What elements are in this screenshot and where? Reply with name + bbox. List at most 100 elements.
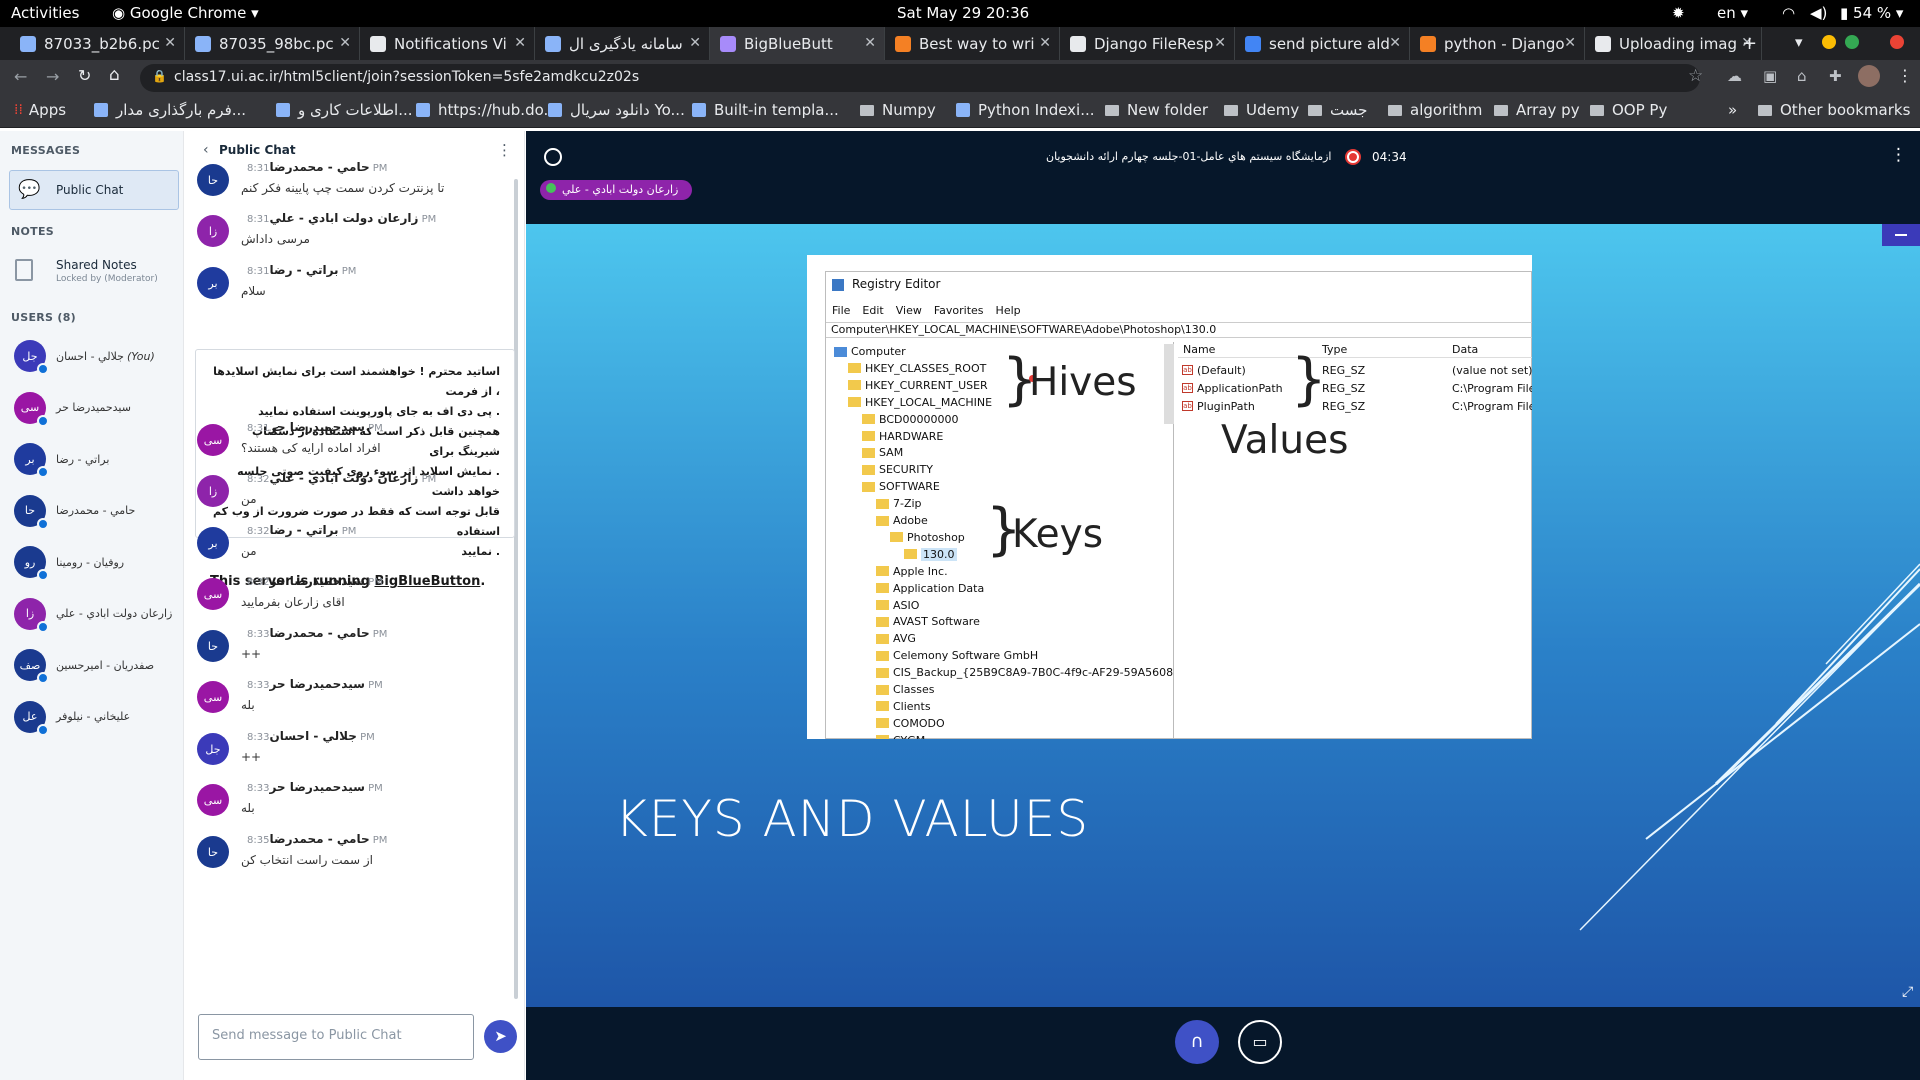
options-icon[interactable]: ⋮ [1890,145,1907,165]
tab-favicon-icon [370,35,386,52]
user-row[interactable]: بر براتي - رضا [14,439,109,479]
record-icon[interactable] [1345,149,1361,165]
user-icon[interactable] [544,148,562,166]
close-window-icon[interactable] [1890,35,1904,49]
clock[interactable]: Sat May 29 20:36 [897,4,1029,22]
reload-icon[interactable]: ↻ [78,66,91,85]
tab-4[interactable]: BigBlueButt ✕ [710,27,885,60]
tab-8[interactable]: python - Django ✕ [1410,27,1585,60]
bookmark-item[interactable]: Udemy [1224,101,1299,119]
tab-close-icon[interactable]: ✕ [689,35,701,51]
chat-message: زا زارعان دولت ابادي - علي8:31 PM مرسی داد… [197,211,497,261]
sender-name: حامي - محمدرضا [269,626,370,640]
chat-input[interactable]: Send message to Public Chat [198,1014,474,1060]
bookmark-item[interactable]: Other bookmarks [1758,101,1910,119]
bookmark-item[interactable]: https://hub.do... [416,101,558,119]
back-icon[interactable]: ← [14,67,27,86]
user-row[interactable]: سی سيدحميدرضا حر [14,388,131,428]
share-screen-button[interactable]: ▭ [1238,1020,1282,1064]
folder-icon [834,346,847,357]
user-row[interactable]: جل جلالي - احسان (You) [14,336,155,376]
presence-dot [37,517,49,530]
folder-icon [876,515,889,526]
extension-icon[interactable]: ☁ [1727,67,1742,85]
new-tab-button[interactable]: + [1742,33,1757,54]
user-row[interactable]: عل عليخاني - نيلوفر [14,697,130,737]
talking-indicator[interactable]: زارعان دولت ابادي - علي [540,180,692,200]
tab-close-icon[interactable]: ✕ [1039,35,1051,51]
user-row[interactable]: صف صفدريان - اميرحسين [14,645,154,685]
user-row[interactable]: زا زارعان دولت ابادي - علي [14,594,172,634]
volume-icon[interactable]: ◀) [1810,4,1827,22]
profile-avatar[interactable] [1858,65,1880,87]
chat-options-icon[interactable]: ⋮ [497,141,512,159]
audio-button[interactable]: ∩ [1175,1020,1219,1064]
bookmark-item[interactable]: اطلاعات کاری و... [276,101,413,119]
bookmark-item[interactable]: Built-in templa... [692,101,839,119]
minimize-presentation-button[interactable] [1882,224,1920,246]
shared-notes-item[interactable]: Shared Notes Locked by (Moderator) [9,253,179,293]
chat-scrollbar[interactable] [514,179,518,999]
public-chat-item[interactable]: 💬 Public Chat [9,170,179,210]
language-indicator[interactable]: en ▾ [1717,4,1748,22]
tab-5[interactable]: Best way to wri ✕ [885,27,1060,60]
tab-9[interactable]: Uploading imag ✕ [1585,27,1762,60]
tab-close-icon[interactable]: ✕ [164,35,176,51]
tab-0[interactable]: 87033_b2b6.pc ✕ [10,27,185,60]
wifi-icon[interactable]: ◠ [1782,4,1795,22]
home-icon[interactable]: ⌂ [109,65,120,85]
extension-icon[interactable]: ▣ [1763,67,1777,85]
activities-button[interactable]: Activities [11,4,79,22]
sender-name: براتي - رضا [269,263,339,277]
fullscreen-icon[interactable]: ⤢ [1902,984,1913,1000]
bookmark-item[interactable]: New folder [1105,101,1208,119]
settings-icon[interactable]: ✹ [1672,4,1685,22]
tree-node: HARDWARE [862,430,943,443]
forward-icon[interactable]: → [46,67,59,86]
bookmark-item[interactable]: فرم بارگذاری مدار... [94,101,246,119]
battery-indicator[interactable]: ▮ 54 % ▾ [1840,4,1903,22]
menu-view: View [895,304,922,317]
tab-close-icon[interactable]: ✕ [864,35,876,51]
bookmark-label: جست [1330,101,1368,119]
extensions-puzzle-icon[interactable]: ✚ [1829,67,1842,85]
bookmark-item[interactable]: دانلود سریال Yo... [548,101,685,119]
bookmark-item[interactable]: OOP Py [1590,101,1667,119]
bookmark-item[interactable]: Numpy [860,101,936,119]
avatar-initials: رو [24,555,36,569]
tab-1[interactable]: 87035_98bc.pc ✕ [185,27,360,60]
app-menu[interactable]: ◉ Google Chrome ▾ [112,4,259,22]
tab-close-icon[interactable]: ✕ [1214,35,1226,51]
tab-close-icon[interactable]: ✕ [1564,35,1576,51]
menu-kebab-icon[interactable]: ⋮ [1897,66,1913,85]
chevron-left-icon[interactable]: ‹ [203,142,209,158]
omnibox[interactable]: 🔒 class17.ui.ac.ir/html5client/join?sess… [140,64,1703,92]
bookmark-item[interactable]: جست [1308,101,1367,119]
value-data: (value not set) [1452,364,1532,377]
bookmark-item[interactable]: ⁞⁞ Apps [14,101,66,119]
send-button[interactable]: ➤ [484,1020,517,1053]
lock-icon[interactable]: 🔒 [152,69,167,83]
tab-3[interactable]: سامانه یادگیری ال ✕ [535,27,710,60]
folder-icon [848,397,861,408]
minimize-dot-icon[interactable] [1822,35,1836,49]
extension-icon[interactable]: ⌂ [1797,67,1807,85]
url-text[interactable]: class17.ui.ac.ir/html5client/join?sessio… [174,69,639,85]
tab-search-icon[interactable]: ▾ [1795,33,1803,51]
bookmark-star-icon[interactable]: ☆ [1688,66,1703,86]
tab-7[interactable]: send picture ald ✕ [1235,27,1410,60]
sender-name: حامي - محمدرضا [269,832,370,846]
bookmark-item[interactable]: algorithm [1388,101,1482,119]
bookmark-item[interactable]: Array py [1494,101,1580,119]
tab-2[interactable]: Notifications Vi ✕ [360,27,535,60]
tab-6[interactable]: Django FileResp ✕ [1060,27,1235,60]
maximize-dot-icon[interactable] [1845,35,1859,49]
user-row[interactable]: رو روفيان - رومينا [14,542,124,582]
tree-node: SECURITY [862,463,933,476]
tab-close-icon[interactable]: ✕ [1389,35,1401,51]
user-row[interactable]: حا حامي - محمدرضا [14,491,135,531]
tab-close-icon[interactable]: ✕ [514,35,526,51]
bookmark-item[interactable]: Python Indexi... [956,101,1095,119]
bookmark-item[interactable]: » [1728,101,1737,119]
tab-close-icon[interactable]: ✕ [339,35,351,51]
